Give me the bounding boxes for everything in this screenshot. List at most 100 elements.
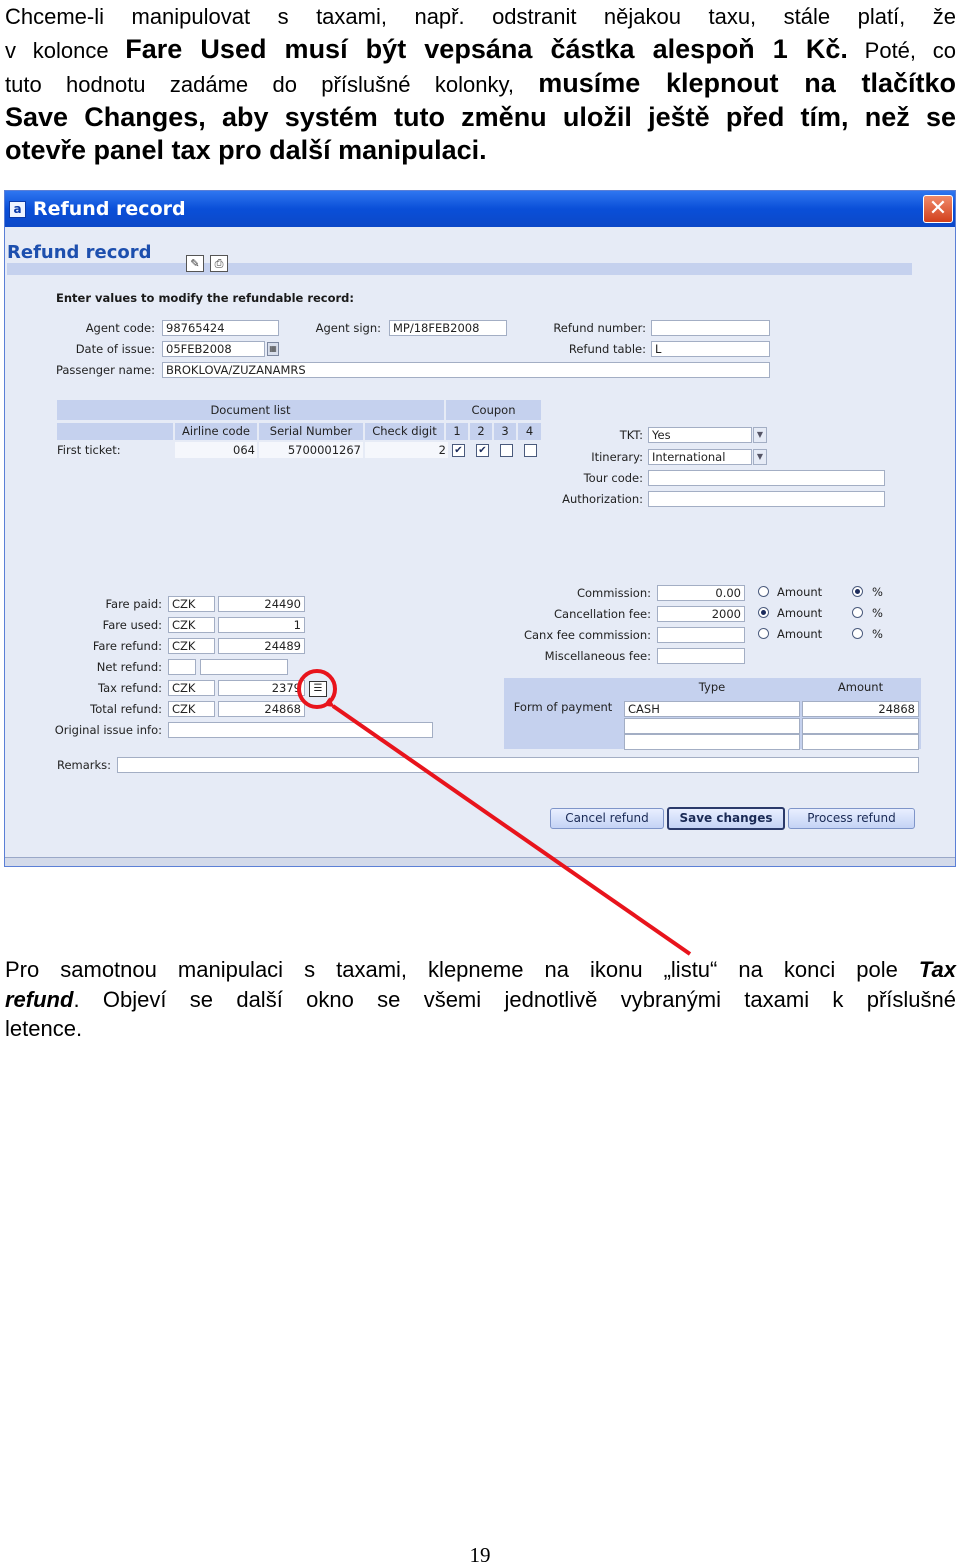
- page-title: Refund record: [7, 242, 152, 263]
- fare-refund-currency[interactable]: CZK: [168, 638, 215, 654]
- check-digit-cell[interactable]: 2: [365, 442, 448, 458]
- first-ticket-label: First ticket:: [57, 442, 173, 458]
- tax-list-icon[interactable]: ☰: [309, 681, 327, 697]
- coupon-1-checkbox[interactable]: ✔: [452, 444, 465, 457]
- instruction-paragraph: Pro samotnou manipulaci s taxami, klepne…: [5, 955, 956, 1044]
- commission-field[interactable]: 0.00: [657, 585, 745, 601]
- commission-label: Commission:: [576, 586, 651, 600]
- refund-number-label: Refund number:: [553, 321, 646, 335]
- authorization-field[interactable]: [648, 491, 885, 507]
- cancellation-percent-radio[interactable]: [852, 607, 863, 618]
- document-list-header: Document list: [57, 400, 444, 420]
- fare-paid-currency[interactable]: CZK: [168, 596, 215, 612]
- net-refund-field[interactable]: [200, 659, 288, 675]
- total-refund-currency[interactable]: CZK: [168, 701, 215, 717]
- calendar-icon[interactable]: ▦: [267, 342, 279, 356]
- coupon-4-checkbox[interactable]: [524, 444, 537, 457]
- fare-refund-field[interactable]: 24489: [218, 638, 305, 654]
- tkt-dropdown-icon[interactable]: ▼: [753, 427, 767, 443]
- canx-amount-radio[interactable]: [758, 628, 769, 639]
- refund-number-field[interactable]: [651, 320, 770, 336]
- payment-type-cell[interactable]: CASH: [624, 701, 800, 717]
- print-icon[interactable]: ⎙: [210, 255, 228, 272]
- canx-percent-radio[interactable]: [852, 628, 863, 639]
- misc-fee-label: Miscellaneous fee:: [544, 649, 651, 663]
- canx-amount-label: Amount: [777, 627, 823, 641]
- agent-sign-field[interactable]: MP/18FEB2008: [389, 320, 507, 336]
- refund-table-label: Refund table:: [568, 342, 646, 356]
- commission-percent-radio[interactable]: [852, 586, 863, 597]
- tax-refund-currency[interactable]: CZK: [168, 680, 215, 696]
- original-issue-label: Original issue info:: [54, 723, 162, 737]
- payment-type-cell-3[interactable]: [624, 734, 800, 750]
- canx-fee-commission-field[interactable]: [657, 627, 745, 643]
- instruction-line-3: letence.: [5, 1016, 83, 1041]
- window-titlebar[interactable]: a Refund record ✕: [5, 191, 955, 227]
- process-refund-button[interactable]: Process refund: [788, 808, 915, 829]
- grid-blank-header: [57, 423, 173, 440]
- total-refund-label: Total refund:: [90, 702, 162, 716]
- instruction-line-1: Pro samotnou manipulaci s taxami, klepne…: [5, 957, 956, 982]
- serial-number-cell[interactable]: 5700001267: [259, 442, 363, 458]
- commission-amount-label: Amount: [777, 585, 823, 599]
- cancellation-amount-label: Amount: [777, 606, 823, 620]
- coupon-2-checkbox[interactable]: ✔: [476, 444, 489, 457]
- emphasis-fare-used: Fare Used musí být vepsána částka alespo…: [125, 34, 848, 64]
- cancel-refund-button[interactable]: Cancel refund: [550, 808, 664, 829]
- agent-code-field[interactable]: 98765424: [162, 320, 279, 336]
- intro-paragraph: Chceme-li manipulovat s taxami, např. od…: [5, 0, 956, 167]
- itinerary-dropdown-icon[interactable]: ▼: [753, 449, 767, 465]
- tour-code-label: Tour code:: [583, 471, 643, 485]
- refund-table-field[interactable]: L: [651, 341, 770, 357]
- edit-icon[interactable]: ✎: [186, 255, 204, 272]
- cancellation-amount-radio[interactable]: [758, 607, 769, 618]
- tour-code-field[interactable]: [648, 470, 885, 486]
- save-changes-button[interactable]: Save changes: [667, 807, 785, 830]
- airline-code-header: Airline code: [175, 423, 257, 440]
- intro-line-4: Save Changes, aby systém tuto změnu ulož…: [5, 102, 956, 132]
- window-title: Refund record: [33, 198, 186, 220]
- payment-type-cell-2[interactable]: [624, 718, 800, 734]
- payment-amount-cell[interactable]: 24868: [802, 701, 919, 717]
- tkt-select[interactable]: Yes: [648, 427, 752, 443]
- payment-amount-cell-3[interactable]: [802, 734, 919, 750]
- form-of-payment-panel: Form of payment Type Amount CASH 24868: [504, 678, 921, 750]
- tax-refund-field[interactable]: 2379: [218, 680, 305, 696]
- date-of-issue-label: Date of issue:: [75, 342, 155, 356]
- coupon-4-header: 4: [518, 423, 541, 440]
- fare-used-field[interactable]: 1: [218, 617, 305, 633]
- intro-line-1: Chceme-li manipulovat s taxami, např. od…: [5, 4, 956, 29]
- total-refund-field[interactable]: 24868: [218, 701, 305, 717]
- canx-percent-label: %: [872, 627, 883, 641]
- commission-amount-radio[interactable]: [758, 586, 769, 597]
- check-digit-header: Check digit: [365, 423, 444, 440]
- remarks-field[interactable]: [117, 757, 919, 773]
- itinerary-select[interactable]: International: [648, 449, 752, 465]
- date-of-issue-field[interactable]: 05FEB2008: [162, 341, 265, 357]
- emphasis-refund: refund: [5, 986, 74, 1012]
- form-of-payment-label: Form of payment: [513, 700, 613, 714]
- passenger-name-field[interactable]: BROKLOVA/ZUZANAMRS: [162, 362, 770, 378]
- misc-fee-field[interactable]: [657, 648, 745, 664]
- tax-refund-label: Tax refund:: [98, 681, 162, 695]
- canx-fee-commission-label: Canx fee commission:: [523, 628, 651, 642]
- cancellation-fee-field[interactable]: 2000: [657, 606, 745, 622]
- payment-amount-cell-2[interactable]: [802, 718, 919, 734]
- header-bar: [7, 263, 912, 275]
- form-subheading: Enter values to modify the refundable re…: [56, 291, 355, 305]
- coupon-2-header: 2: [470, 423, 492, 440]
- tkt-label: TKT:: [619, 428, 643, 442]
- original-issue-field[interactable]: [168, 722, 433, 738]
- coupon-3-header: 3: [494, 423, 516, 440]
- emphasis-click-button: musíme klepnout na tlačítko: [538, 68, 956, 98]
- close-icon[interactable]: ✕: [923, 195, 953, 223]
- fare-used-currency[interactable]: CZK: [168, 617, 215, 633]
- intro-line-3: tuto hodnotu zadáme do příslušné kolonky…: [5, 68, 956, 98]
- window-bottom-border: [5, 857, 955, 866]
- serial-number-header: Serial Number: [259, 423, 363, 440]
- airline-code-cell[interactable]: 064: [175, 442, 257, 458]
- fare-paid-field[interactable]: 24490: [218, 596, 305, 612]
- agent-sign-label: Agent sign:: [315, 321, 381, 335]
- net-refund-currency[interactable]: [168, 659, 196, 675]
- coupon-3-checkbox[interactable]: [500, 444, 513, 457]
